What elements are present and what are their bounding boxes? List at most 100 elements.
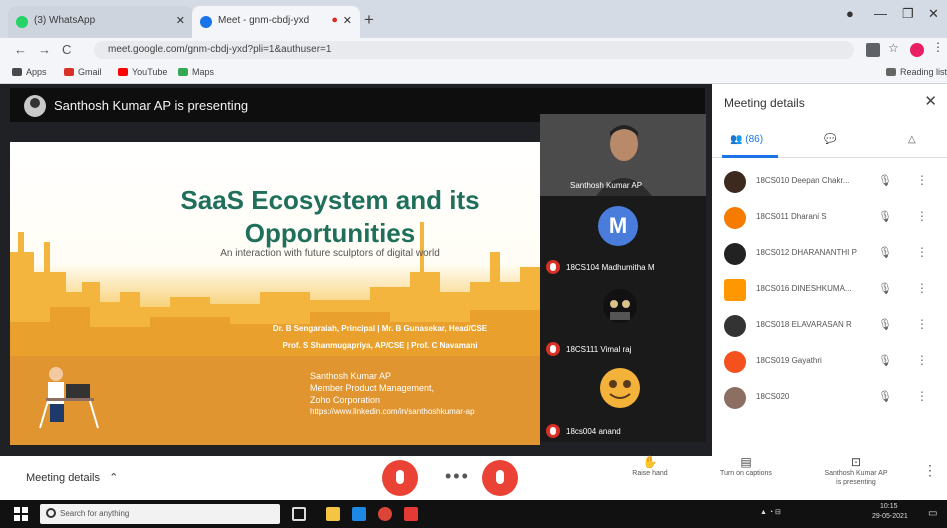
participant-name: 18CS018 ELAVARASAN R [756, 320, 852, 329]
more-options-icon[interactable]: ⋮ [916, 245, 928, 259]
mic-off-icon: 🎙 [878, 355, 892, 367]
hand-icon: ✋ [642, 455, 658, 469]
profile-dot-icon[interactable]: ● [846, 6, 854, 21]
list-item[interactable]: 18CS016 DINESHKUMA... 🎙 ⋮ [712, 272, 947, 308]
reload-icon[interactable]: C [62, 42, 71, 57]
avatar [724, 243, 746, 265]
profile-icon[interactable] [910, 43, 924, 57]
avatar [600, 368, 640, 408]
search-icon [46, 508, 56, 518]
presenter-company: Zoho Corporation [310, 395, 381, 405]
tile-anand[interactable]: 18cs004 anand [540, 360, 706, 442]
raise-hand-button[interactable]: ✋ Raise hand [620, 455, 680, 478]
forward-icon[interactable]: → [38, 42, 51, 57]
organizers-line-1: Dr. B Sengaraiah, Principal | Mr. B Guna… [272, 324, 488, 333]
chrome-icon[interactable] [378, 507, 392, 521]
list-item[interactable]: 18CS010 Deepan Chakr... 🎙 ⋮ [712, 164, 947, 200]
minimize-icon[interactable]: — [874, 6, 887, 21]
store-icon[interactable] [352, 507, 366, 521]
meeting-details-panel: Meeting details ✕ 👥 (86) 💬 △ 18CS010 Dee… [712, 84, 947, 498]
more-options-icon[interactable]: ⋮ [916, 353, 928, 367]
close-icon[interactable]: ✕ [176, 14, 185, 27]
presenter-name: Santhosh Kumar AP [310, 371, 392, 381]
activities-icon[interactable]: △ [908, 134, 916, 145]
app-icon[interactable] [404, 507, 418, 521]
tile-name: 18CS104 Madhumitha M [566, 263, 655, 272]
clock-date: 29-05-2021 [872, 513, 908, 520]
camera-toggle-button[interactable] [482, 460, 518, 496]
participant-name: 18CS016 DINESHKUMA... [756, 284, 852, 293]
mic-off-icon: 🎙 [878, 391, 892, 403]
tile-santhosh[interactable]: Santhosh Kumar AP [540, 114, 706, 196]
camera-icon[interactable] [866, 43, 880, 57]
maximize-icon[interactable]: ❐ [902, 6, 914, 22]
close-window-icon[interactable]: ✕ [928, 6, 939, 22]
bookmark-apps[interactable]: Apps [12, 67, 47, 77]
close-icon[interactable]: ● [331, 14, 338, 26]
list-item[interactable]: 18CS020 🎙 ⋮ [712, 380, 947, 416]
tile-name: Santhosh Kumar AP [570, 181, 643, 190]
tab-meet[interactable]: Meet - gnm-cbdj-yxd ● ✕ [192, 6, 360, 38]
captions-button[interactable]: ▤ Turn on captions [708, 455, 784, 478]
tile-madhumitha[interactable]: M 18CS104 Madhumitha M [540, 196, 706, 278]
system-tray: ▲ ◔ ⊟ [760, 508, 781, 516]
task-view-icon[interactable] [292, 507, 306, 521]
avatar [724, 207, 746, 229]
more-options-icon[interactable]: ⋮ [916, 389, 928, 403]
more-options-icon[interactable]: ⋮ [922, 463, 938, 477]
active-tab-indicator [722, 155, 778, 158]
avatar [724, 279, 746, 301]
list-item[interactable]: 18CS012 DHARANANTHI P 🎙 ⋮ [712, 236, 947, 272]
tile-name: 18CS111 Vimal raj [566, 345, 632, 354]
mic-off-icon: 🎙 [878, 247, 892, 259]
url-input[interactable]: meet.google.com/gnm-cbdj-yxd?pli=1&authu… [94, 41, 854, 59]
bookmark-youtube[interactable]: YouTube [118, 67, 167, 77]
list-item[interactable]: 18CS018 ELAVARASAN R 🎙 ⋮ [712, 308, 947, 344]
list-item[interactable]: 18CS019 Gayathri 🎙 ⋮ [712, 344, 947, 380]
avatar [724, 387, 746, 409]
avatar [724, 315, 746, 337]
people-count: (86) [745, 134, 764, 145]
address-bar-row: ← → C meet.google.com/gnm-cbdj-yxd?pli=1… [0, 38, 947, 62]
presenting-text: Santhosh Kumar AP is presenting [54, 98, 249, 113]
tile-name: 18cs004 anand [566, 427, 621, 436]
close-icon[interactable]: ✕ [924, 92, 937, 110]
more-options-icon[interactable]: ⋮ [916, 281, 928, 295]
mic-toggle-button[interactable] [382, 460, 418, 496]
slide-title: SaaS Ecosystem and its Opportunities [180, 185, 480, 248]
more-options-icon[interactable]: ⋮ [916, 209, 928, 223]
mic-off-icon [546, 342, 560, 356]
bookmark-gmail[interactable]: Gmail [64, 67, 102, 77]
back-icon[interactable]: ← [14, 42, 27, 57]
taskbar-search-input[interactable]: Search for anything [40, 504, 280, 524]
more-options-icon[interactable]: ⋮ [916, 317, 928, 331]
new-tab-icon[interactable]: + [364, 10, 374, 30]
file-explorer-icon[interactable] [326, 507, 340, 521]
presenting-button[interactable]: ⊡ Santhosh Kumar AP is presenting [810, 456, 902, 487]
slide-presenter-card: Santhosh Kumar AP Member Product Managem… [310, 370, 540, 418]
star-icon[interactable]: ☆ [888, 41, 902, 55]
avatar [603, 289, 637, 323]
list-item[interactable]: 18CS011 Dharani S 🎙 ⋮ [712, 200, 947, 236]
meeting-details-button[interactable]: Meeting details ⌃ [26, 471, 118, 484]
maps-icon [178, 68, 188, 76]
more-options-icon[interactable]: ⋮ [916, 173, 928, 187]
meet-stage: Santhosh Kumar AP is presenting SaaS Eco… [0, 84, 947, 498]
mic-off-icon: 🎙 [878, 211, 892, 223]
tab-people[interactable]: 👥 (86) [730, 134, 763, 145]
menu-icon[interactable]: ⋮ [932, 40, 946, 54]
presenter-role: Member Product Management, [310, 383, 435, 393]
more-options-icon[interactable]: ••• [445, 466, 470, 487]
bookmark-maps[interactable]: Maps [178, 67, 214, 77]
chat-icon[interactable]: 💬 [824, 134, 836, 145]
mic-off-icon [546, 260, 560, 274]
bookmarks-bar: Apps Gmail YouTube Maps Reading list [0, 62, 947, 84]
captions-icon: ▤ [740, 455, 752, 469]
windows-start-icon[interactable] [14, 507, 28, 521]
mic-off-icon: 🎙 [878, 175, 892, 187]
tab-whatsapp[interactable]: (3) WhatsApp ✕ [8, 6, 193, 38]
reading-list[interactable]: Reading list [886, 67, 947, 77]
tile-vimal[interactable]: 18CS111 Vimal raj [540, 278, 706, 360]
notifications-icon[interactable]: ▭ [928, 508, 937, 519]
close-icon[interactable]: ✕ [343, 14, 352, 27]
